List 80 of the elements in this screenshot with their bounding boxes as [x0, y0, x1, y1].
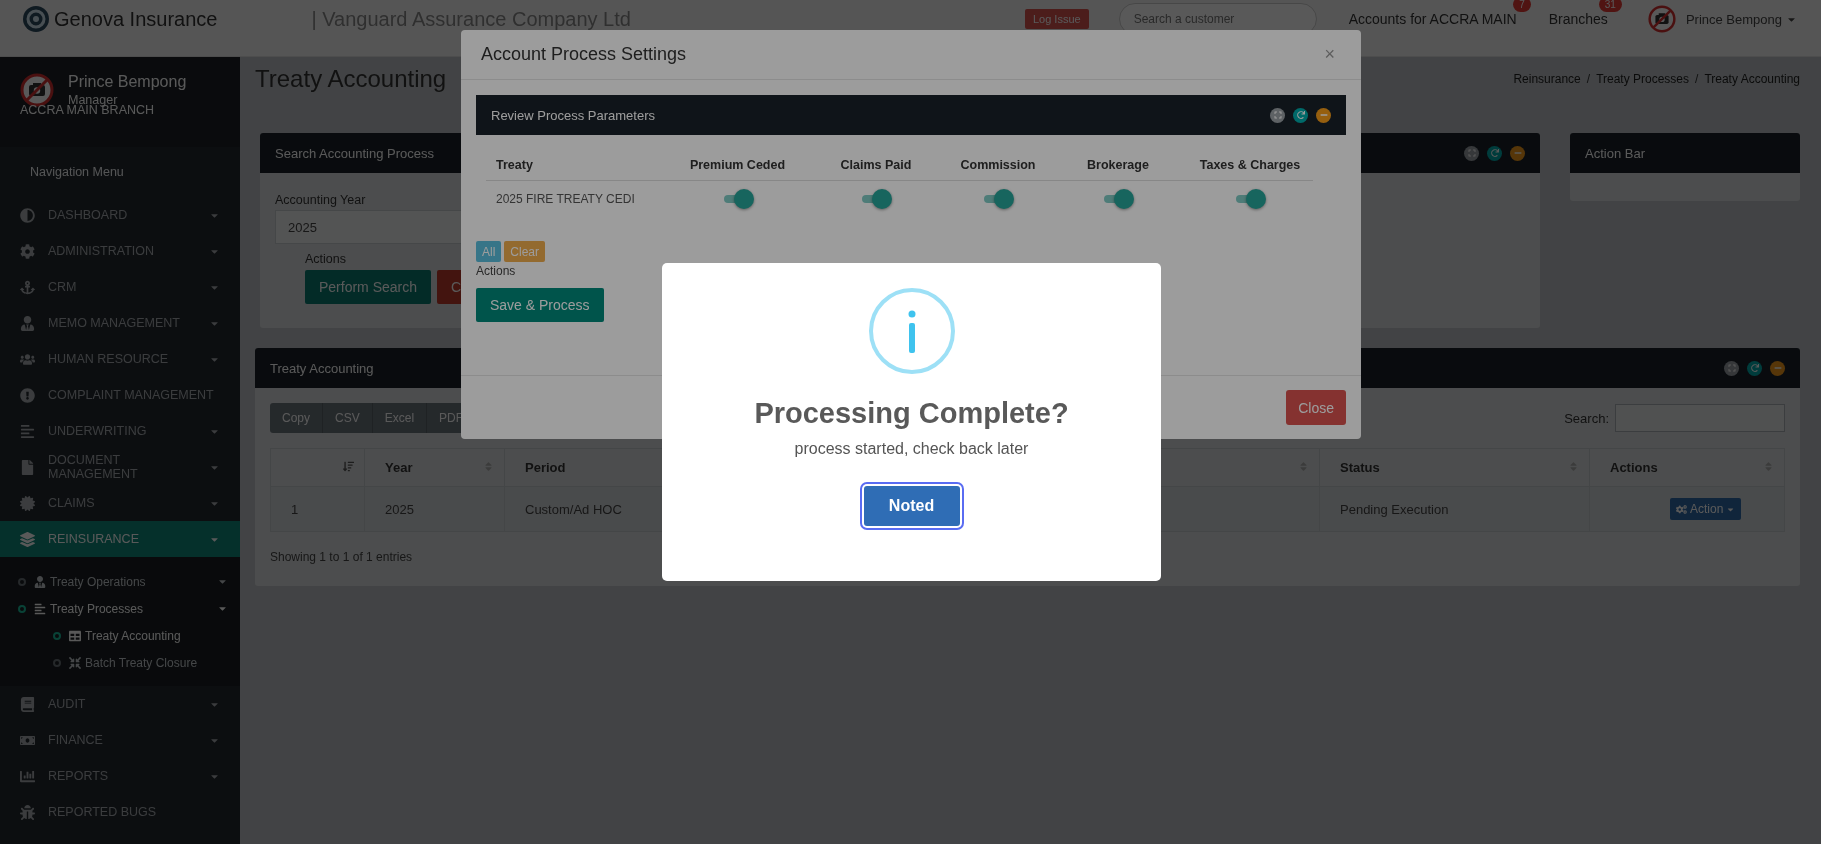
column-header[interactable]: Actions: [1589, 448, 1785, 487]
header-link[interactable]: Branches: [1548, 11, 1608, 27]
lines-icon: [34, 602, 46, 615]
book-icon: [20, 696, 35, 712]
sort-icon: [343, 461, 354, 472]
column-header: Premium Ceded: [670, 150, 805, 180]
breadcrumb-separator: /: [1586, 72, 1591, 86]
close-button[interactable]: ×: [1318, 43, 1341, 66]
column-header: Treaty: [486, 150, 670, 180]
breadcrumb-link[interactable]: Reinsurance: [1513, 72, 1581, 86]
column-header: Claims Paid: [805, 150, 947, 180]
gears-icon: [1676, 503, 1687, 515]
close-button[interactable]: Close: [1286, 390, 1346, 425]
count-badge: 7: [1513, 0, 1531, 12]
panel-title: Treaty Accounting: [270, 360, 374, 376]
header-link[interactable]: Accounts for ACCRA MAIN: [1348, 11, 1517, 27]
minimize-icon[interactable]: [1770, 360, 1785, 376]
person-icon: [20, 315, 35, 331]
breadcrumb-link[interactable]: Treaty Accounting: [1704, 72, 1800, 86]
breadcrumb-link[interactable]: Treaty Processes: [1596, 72, 1690, 86]
expand-icon[interactable]: [1270, 107, 1285, 123]
alert-title: Processing Complete?: [754, 397, 1069, 430]
no-photo-icon: [1647, 5, 1676, 33]
toggle-switch[interactable]: [1102, 189, 1134, 210]
actions-label: Actions: [305, 252, 346, 266]
lines-icon: [20, 423, 35, 439]
column-header: Brokerage: [1049, 150, 1187, 180]
column-header[interactable]: Year: [364, 448, 505, 487]
column-header: Commission: [947, 150, 1049, 180]
toggle-switch[interactable]: [982, 189, 1014, 210]
column-header[interactable]: Status: [1319, 448, 1590, 487]
search-button[interactable]: Perform Search: [305, 270, 432, 304]
seal-icon: [20, 495, 35, 511]
user-menu[interactable]: Prince Bempong: [1685, 11, 1782, 27]
save-process-button[interactable]: Save & Process: [476, 288, 604, 322]
arrows-icon: [69, 656, 81, 669]
table-cell: 2025 FIRE TREATY CEDI: [486, 180, 670, 218]
count-badge: 31: [1598, 0, 1622, 12]
search-label: Search:: [1564, 410, 1609, 426]
panel-title: Review Process Parameters: [491, 107, 655, 123]
profile-name: Prince Bempong: [68, 73, 187, 91]
toggle-switch[interactable]: [1234, 189, 1266, 210]
alert-text: process started, check back later: [794, 440, 1029, 458]
column-header: Taxes & Charges: [1187, 150, 1313, 180]
dialog-title: Account Process Settings: [481, 44, 687, 65]
anchor-icon: [20, 279, 35, 295]
sidebar-subitem[interactable]: Treaty Accounting: [0, 622, 240, 649]
toggle-switch[interactable]: [860, 189, 892, 210]
minimize-icon[interactable]: [1510, 145, 1525, 161]
breadcrumb-separator: /: [1695, 72, 1699, 86]
file-icon: [20, 459, 35, 475]
field-label: Accounting Year: [275, 193, 366, 207]
action-dropdown-button[interactable]: Action: [1670, 498, 1742, 520]
logo-icon: [22, 5, 50, 33]
bug-icon: [20, 804, 35, 820]
chart-icon: [20, 768, 35, 784]
panel-title: Search Accounting Process: [275, 145, 434, 161]
nav-heading: Navigation Menu: [29, 164, 125, 181]
layers-icon: [20, 531, 35, 547]
minimize-icon[interactable]: [1316, 107, 1331, 123]
reload-icon[interactable]: [1293, 107, 1308, 123]
quick-button[interactable]: All: [476, 241, 502, 262]
profile-role: Manager: [68, 93, 118, 107]
gear-icon: [20, 243, 35, 259]
sidebar-item[interactable]: REINSURANCE: [0, 521, 240, 557]
expand-icon[interactable]: [1724, 360, 1739, 376]
quick-button[interactable]: Clear: [504, 241, 546, 262]
actions-label: Actions: [476, 264, 517, 278]
reload-icon[interactable]: [1747, 360, 1762, 376]
reload-icon[interactable]: [1487, 145, 1502, 161]
users-icon: [20, 351, 35, 367]
no-photo-icon: [20, 73, 54, 107]
expand-icon[interactable]: [1464, 145, 1479, 161]
brand-name: Genova Insurance: [54, 7, 218, 31]
exclamation-icon: [20, 387, 35, 403]
sidebar-subitem[interactable]: Treaty Processes: [0, 595, 240, 622]
panel-title: Action Bar: [1585, 145, 1645, 161]
person-icon: [34, 575, 46, 588]
table-icon: [69, 629, 81, 642]
info-icon: [867, 287, 956, 375]
